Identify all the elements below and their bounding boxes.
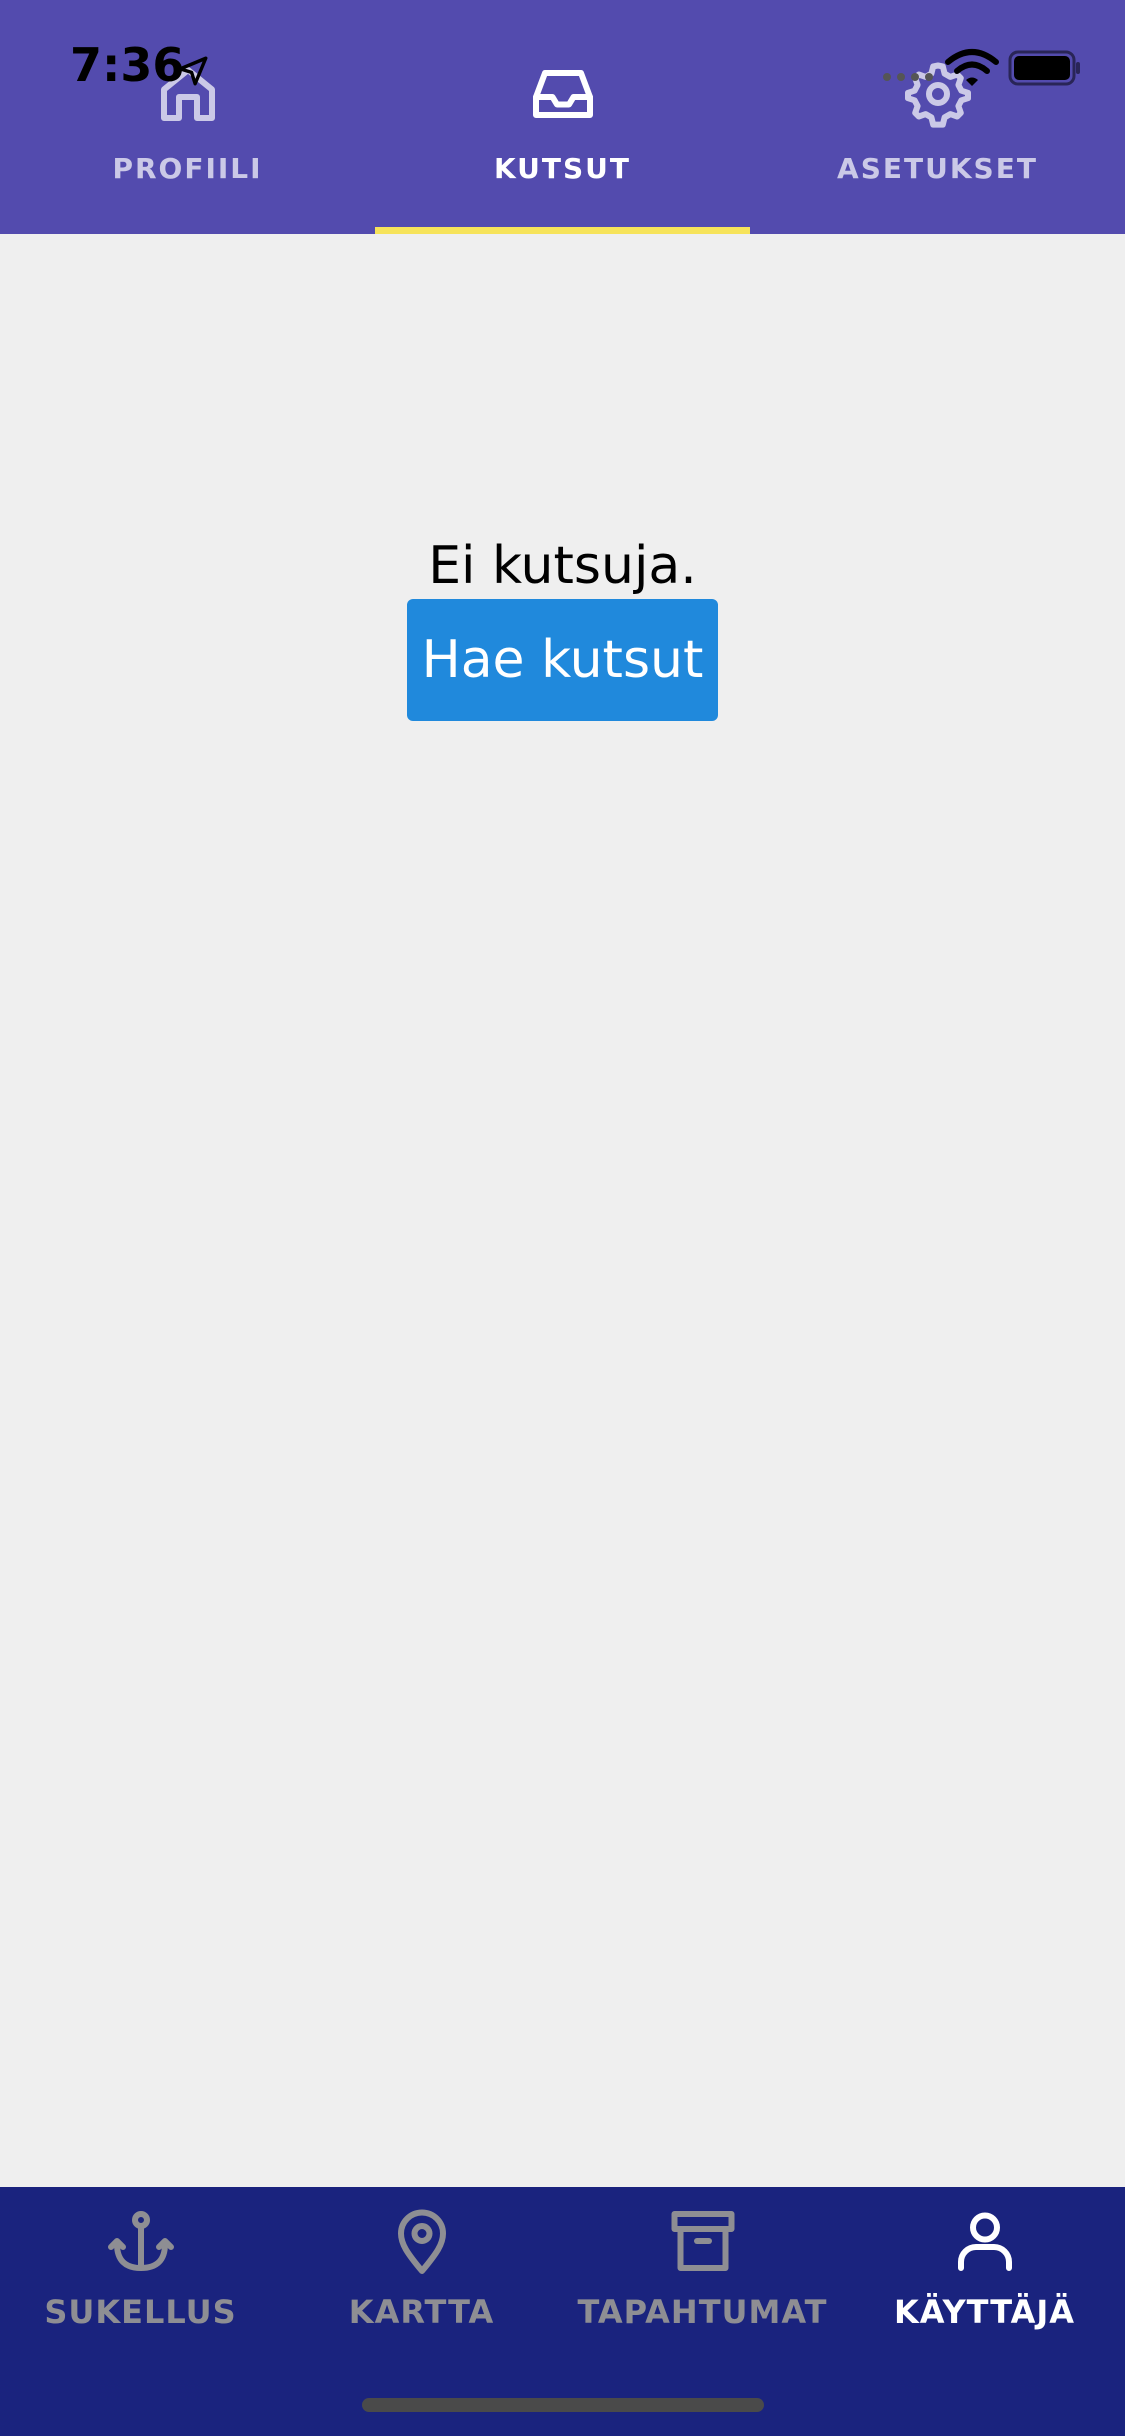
map-pin-icon — [397, 2209, 446, 2274]
bottom-tab-kayttaja[interactable]: KÄYTTÄJÄ — [844, 2187, 1125, 2347]
bottom-tab-kartta-label: KARTTA — [348, 2293, 495, 2331]
inbox-icon — [532, 70, 593, 118]
bottom-tab-sukellus-label: SUKELLUS — [44, 2293, 237, 2331]
gear-icon — [904, 62, 971, 128]
tab-kutsut-label: KUTSUT — [493, 152, 632, 185]
tab-profiili[interactable]: PROFIILI — [0, 0, 375, 234]
home-icon — [160, 67, 215, 121]
active-tab-indicator — [375, 227, 750, 234]
bottom-tab-kartta[interactable]: KARTTA — [281, 2187, 562, 2347]
bottom-tab-tapahtumat-label: TAPAHTUMAT — [577, 2293, 828, 2331]
tab-asetukset-label: ASETUKSET — [837, 152, 1038, 185]
tab-profiili-label: PROFIILI — [112, 152, 263, 185]
bottom-tab-sukellus[interactable]: SUKELLUS — [0, 2187, 281, 2347]
tab-kutsut[interactable]: KUTSUT — [375, 0, 750, 234]
tab-asetukset[interactable]: ASETUKSET — [750, 0, 1125, 234]
home-indicator — [362, 2398, 764, 2412]
fetch-invitations-button[interactable]: Hae kutsut — [407, 599, 718, 721]
bottom-tab-tapahtumat[interactable]: TAPAHTUMAT — [562, 2187, 843, 2347]
user-icon — [957, 2212, 1012, 2271]
empty-invitations-message: Ei kutsuja. — [428, 536, 697, 596]
top-tab-bar: PROFIILI KUTSUT ASETUKSET — [0, 0, 1125, 234]
archive-icon — [671, 2211, 734, 2271]
bottom-tab-kayttaja-label: KÄYTTÄJÄ — [893, 2293, 1075, 2331]
anchor-icon — [107, 2211, 174, 2271]
